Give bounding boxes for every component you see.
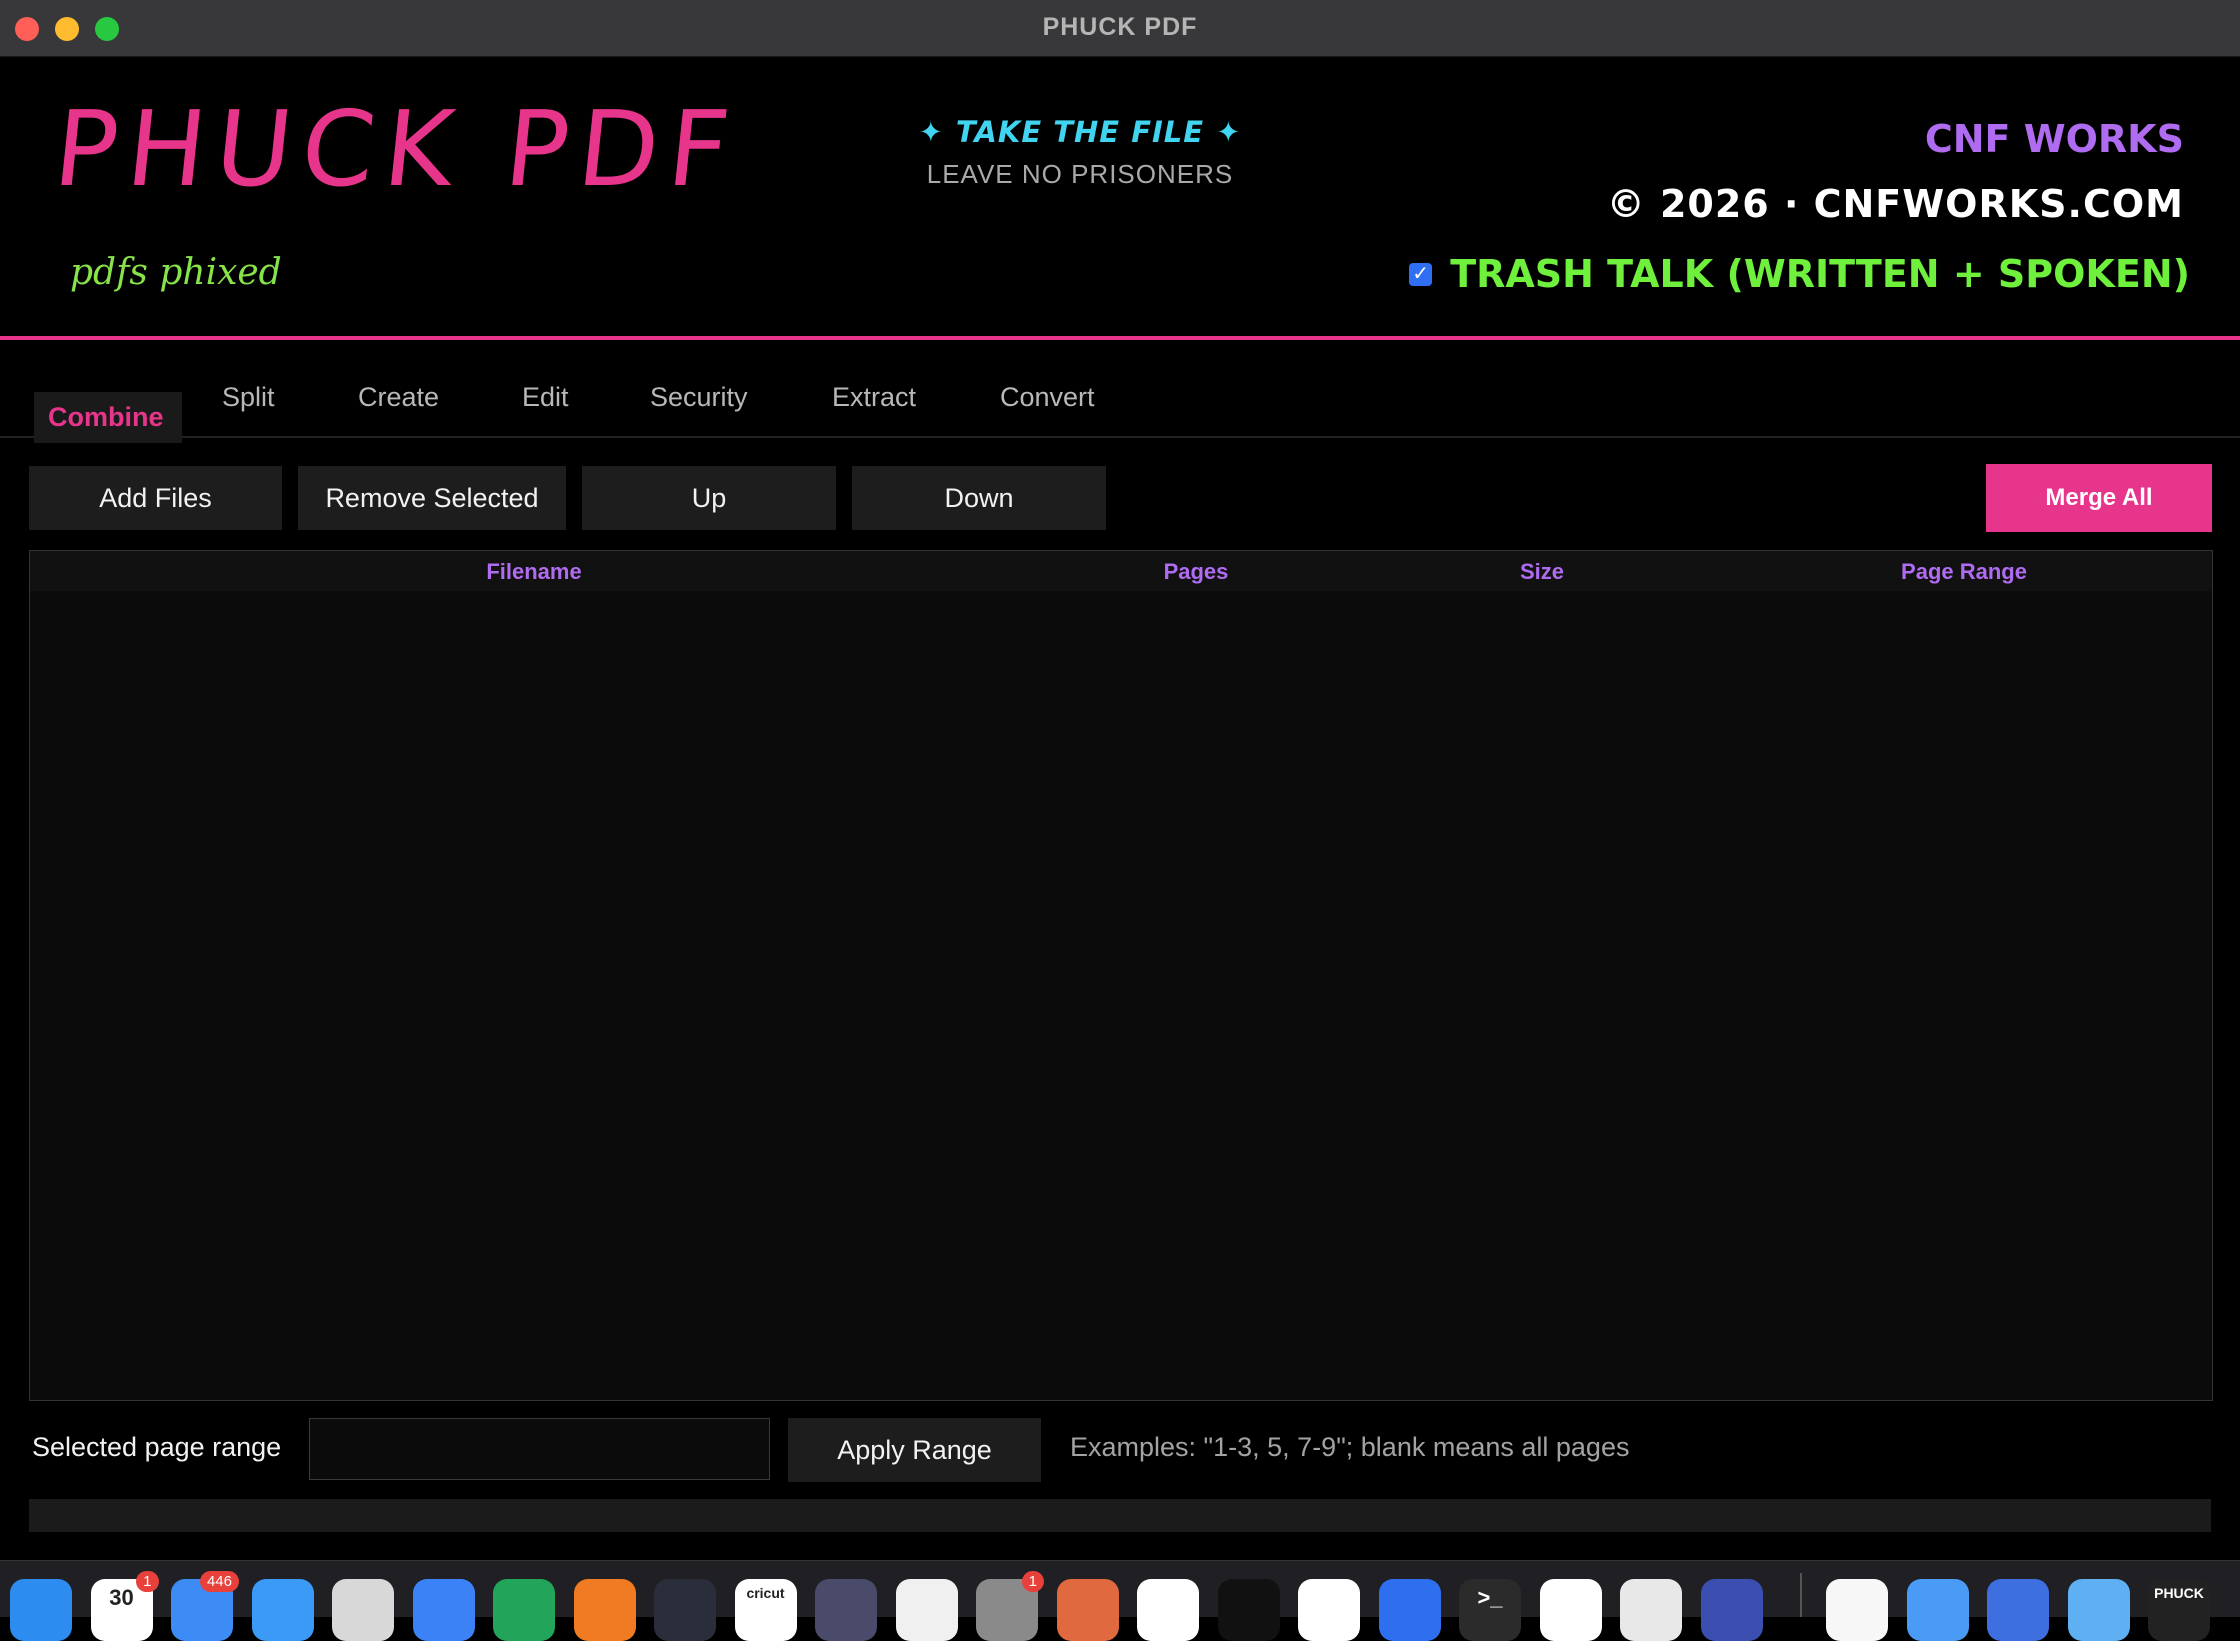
page-range-hint: Examples: "1-3, 5, 7-9"; blank means all… — [1070, 1432, 1630, 1462]
tab-create[interactable]: Create — [358, 382, 439, 413]
column-header-size[interactable]: Size — [1520, 559, 1564, 585]
dock-icon-label: >_ — [1477, 1585, 1503, 1610]
system-settings-icon[interactable]: 1 — [976, 1571, 1044, 1641]
chatgpt-icon[interactable] — [1298, 1579, 1360, 1641]
trash-talk-toggle[interactable]: ✓ TRASH TALK (WRITTEN + SPOKEN) — [1409, 252, 2190, 296]
page-range-label: Selected page range — [32, 1432, 282, 1462]
tab-combine[interactable]: Combine — [34, 392, 182, 443]
notification-badge: 446 — [199, 1571, 239, 1592]
file-table[interactable]: Filename Pages Size Page Range — [29, 550, 2213, 1401]
ollama-icon[interactable] — [1620, 1579, 1682, 1641]
perplexity-icon[interactable] — [1217, 1579, 1280, 1641]
messenger-icon[interactable] — [1378, 1579, 1441, 1641]
dock-icon-label: 30 — [109, 1585, 134, 1610]
gemini-icon[interactable] — [1137, 1579, 1199, 1641]
remove-selected-button[interactable]: Remove Selected — [298, 466, 566, 530]
add-files-button[interactable]: Add Files — [29, 466, 282, 530]
column-header-pages[interactable]: Pages — [1164, 559, 1229, 585]
column-header-filename[interactable]: Filename — [486, 559, 581, 585]
tab-extract[interactable]: Extract — [832, 382, 916, 413]
tab-convert[interactable]: Convert — [1000, 382, 1095, 413]
script-editor-icon[interactable] — [332, 1579, 394, 1641]
claude-icon[interactable] — [1056, 1579, 1119, 1641]
grid-app-icon[interactable] — [895, 1579, 958, 1641]
table-header: Filename Pages Size Page Range — [30, 551, 2212, 591]
finder-icon[interactable] — [10, 1579, 72, 1641]
status-bar — [29, 1499, 2211, 1532]
tab-bar: Combine Split Create Edit Security Extra… — [0, 370, 2240, 443]
brand-name: CNF WORKS — [1924, 117, 2184, 161]
move-down-button[interactable]: Down — [852, 466, 1106, 530]
word-icon[interactable] — [1987, 1579, 2049, 1641]
calendar-icon[interactable]: 30 1 — [90, 1571, 159, 1641]
dock-icon-label: cricut — [746, 1585, 785, 1601]
sheets-icon[interactable] — [493, 1579, 555, 1641]
tab-security[interactable]: Security — [650, 382, 748, 413]
merge-all-button[interactable]: Merge All — [1986, 464, 2212, 532]
docs-icon[interactable] — [412, 1579, 475, 1641]
dock-separator — [1800, 1573, 1802, 1617]
slogan: ✦ TAKE THE FILE ✦ LEAVE NO PRISONERS — [900, 115, 1260, 190]
move-up-button[interactable]: Up — [582, 466, 836, 530]
page-range-input[interactable] — [309, 1418, 770, 1480]
dock-icon-label: PHUCK — [2154, 1585, 2204, 1601]
dock: 30 1 446 cricut 1 >_ PHUCK — [0, 1560, 2240, 1641]
trash-talk-label[interactable]: TRASH TALK (WRITTEN + SPOKEN) — [1450, 252, 2190, 296]
title-bar: PHUCK PDF — [0, 0, 2240, 57]
vscode-icon[interactable] — [654, 1579, 716, 1641]
notification-badge: 1 — [1021, 1571, 1044, 1592]
cricut-icon[interactable]: cricut — [734, 1579, 797, 1641]
slogan-bottom: LEAVE NO PRISONERS — [926, 159, 1234, 189]
tab-edit[interactable]: Edit — [522, 382, 569, 413]
window-title: PHUCK PDF — [1042, 13, 1198, 41]
cloud-app-icon[interactable] — [1700, 1579, 1763, 1641]
github-icon[interactable] — [1539, 1579, 1602, 1641]
notification-badge: 1 — [136, 1571, 159, 1592]
tab-split[interactable]: Split — [222, 382, 275, 413]
keys-icon[interactable] — [815, 1579, 877, 1641]
pages-icon[interactable] — [573, 1579, 636, 1641]
safari-icon[interactable] — [251, 1579, 314, 1641]
app-tagline: pdfs phixed — [70, 252, 282, 293]
mail-icon[interactable]: 446 — [171, 1571, 239, 1641]
app-header: PHUCK PDF pdfs phixed ✦ TAKE THE FILE ✦ LE… — [0, 57, 2240, 337]
disk-icon[interactable] — [1906, 1579, 1969, 1641]
phuck-pdf-icon[interactable]: PHUCK — [2148, 1579, 2210, 1641]
slogan-top: ✦ TAKE THE FILE ✦ — [918, 115, 1242, 149]
column-header-page-range[interactable]: Page Range — [1901, 559, 2027, 585]
sparkle-icon: ✦ — [918, 115, 944, 149]
terminal-icon[interactable]: >_ — [1459, 1579, 1521, 1641]
sparkle-icon: ✦ — [1216, 115, 1242, 149]
app-logo: PHUCK PDF — [48, 88, 745, 210]
header-divider — [0, 336, 2240, 340]
apply-range-button[interactable]: Apply Range — [788, 1418, 1041, 1482]
checkmark-icon[interactable]: ✓ — [1409, 262, 1433, 286]
copyright-line: © 2026 · CNFWORKS.COM — [1606, 182, 2184, 226]
folder-icon[interactable] — [2067, 1579, 2130, 1641]
notes-icon[interactable] — [1826, 1579, 1888, 1641]
